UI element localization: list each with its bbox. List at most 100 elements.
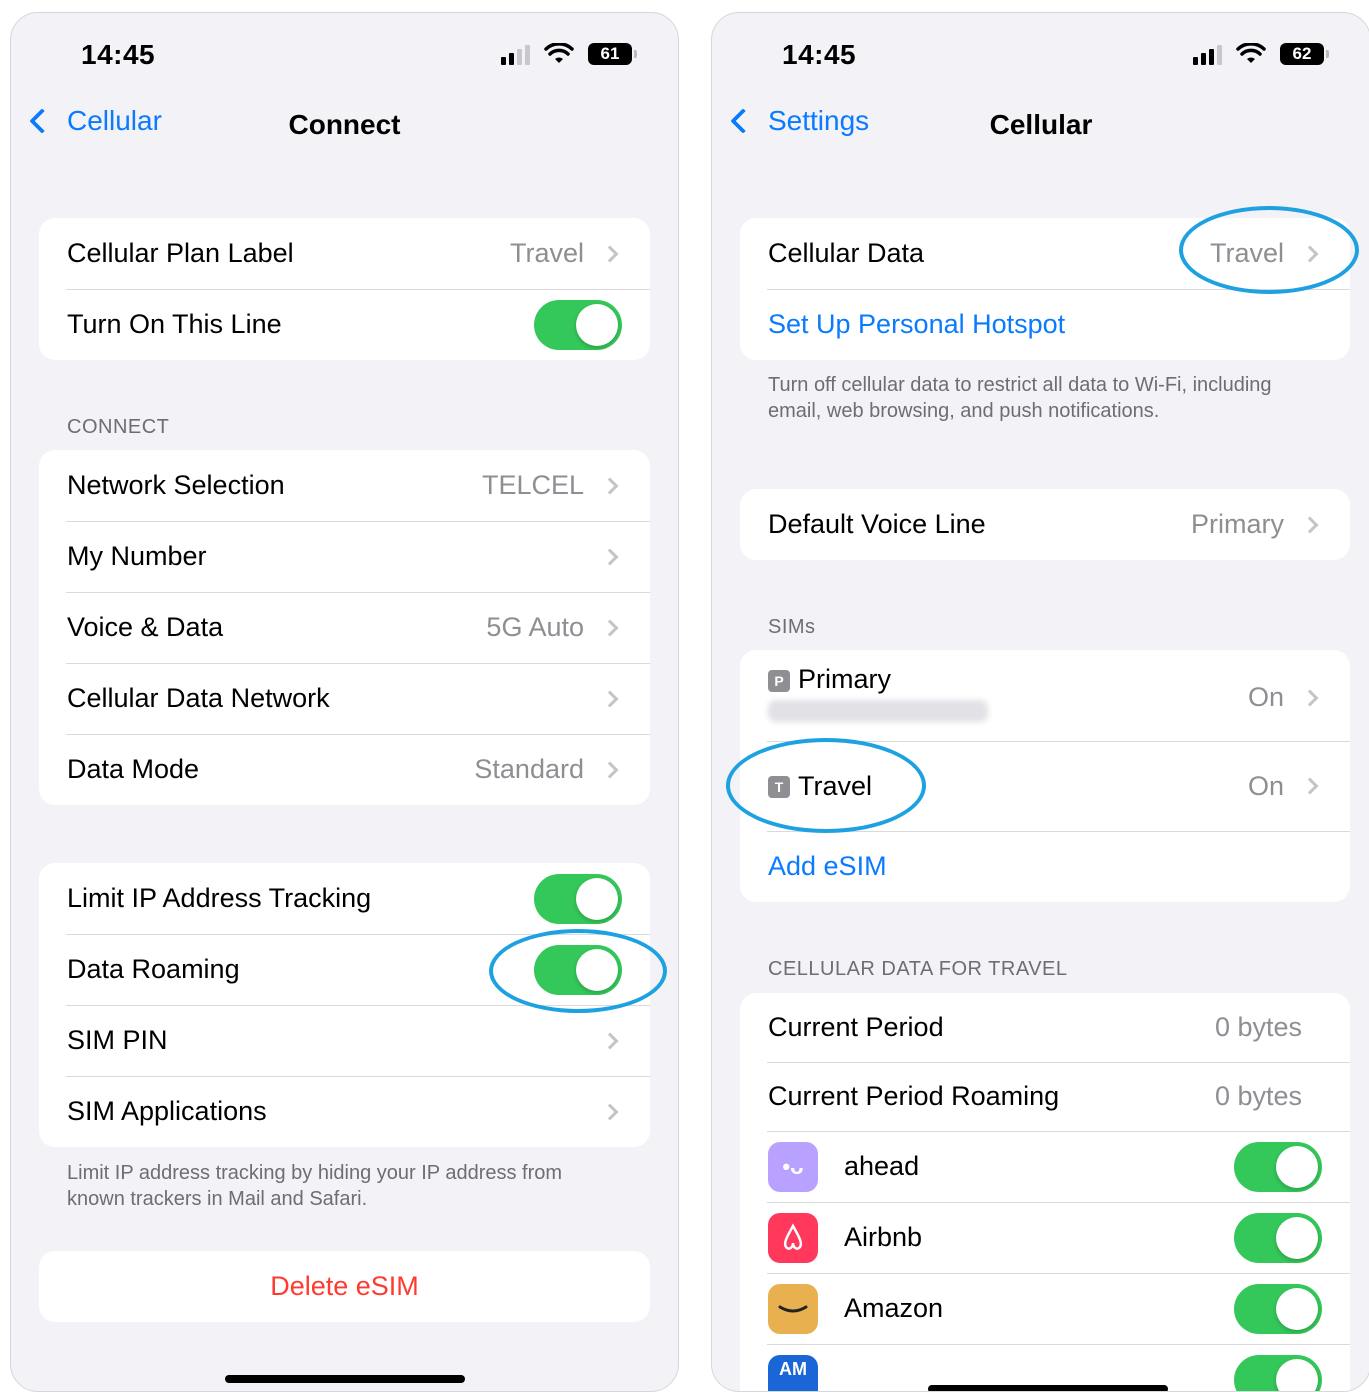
chevron-right-icon xyxy=(1302,516,1319,533)
page-title: Cellular xyxy=(712,109,1369,141)
row-label: Cellular Plan Label xyxy=(67,238,510,269)
phone-number-redacted xyxy=(768,700,988,722)
current-period-roaming-row: Current Period Roaming 0 bytes xyxy=(740,1062,1350,1131)
airbnb-data-toggle[interactable] xyxy=(1234,1213,1322,1263)
wifi-icon xyxy=(544,43,574,65)
home-indicator xyxy=(928,1385,1168,1392)
row-label: Voice & Data xyxy=(67,612,486,643)
home-indicator xyxy=(225,1375,465,1383)
ahead-app-icon: •ᴗ xyxy=(768,1142,818,1192)
amazon-app-icon xyxy=(768,1284,818,1334)
row-label: Cellular Data Network xyxy=(67,683,604,714)
ip-tracking-note: Limit IP address tracking by hiding your… xyxy=(67,1160,618,1212)
row-label: Limit IP Address Tracking xyxy=(67,883,534,914)
wifi-icon xyxy=(1236,43,1266,65)
cellular-data-network-row[interactable]: Cellular Data Network xyxy=(39,663,650,734)
chevron-right-icon xyxy=(602,1103,619,1120)
voice-data-row[interactable]: Voice & Data 5G Auto xyxy=(39,592,650,663)
row-label: Default Voice Line xyxy=(768,509,1191,540)
row-value: Primary xyxy=(1191,509,1284,540)
add-esim-link[interactable]: Add eSIM xyxy=(740,831,1350,902)
row-label: Data Mode xyxy=(67,754,474,785)
limit-ip-tracking-toggle[interactable] xyxy=(534,874,622,924)
row-label: Cellular Data xyxy=(768,238,1210,269)
connect-group: Network Selection TELCEL My Number Voice… xyxy=(39,450,650,805)
partial-app-data-toggle[interactable] xyxy=(1234,1355,1322,1392)
network-selection-row[interactable]: Network Selection TELCEL xyxy=(39,450,650,521)
row-label: My Number xyxy=(67,541,604,572)
data-mode-row[interactable]: Data Mode Standard xyxy=(39,734,650,805)
sims-group: PPrimary On T Travel On Add eSIM xyxy=(740,650,1350,902)
plan-group: Cellular Plan Label Travel Turn On This … xyxy=(39,218,650,360)
row-value: Travel xyxy=(510,238,584,269)
chevron-right-icon xyxy=(602,619,619,636)
app-row-ahead: •ᴗ ahead xyxy=(740,1131,1350,1202)
chevron-right-icon xyxy=(602,690,619,707)
row-label: PPrimary xyxy=(768,664,1248,695)
cellular-plan-label-row[interactable]: Cellular Plan Label Travel xyxy=(39,218,650,289)
status-time: 14:45 xyxy=(81,39,155,71)
row-label: T Travel xyxy=(768,771,1248,802)
status-icons: 62 xyxy=(1193,43,1324,65)
phone-screen-connect: 14:45 61 Cellular Connect Cellular Plan … xyxy=(10,12,679,1392)
row-value: On xyxy=(1248,771,1284,802)
sim-primary-row[interactable]: PPrimary On xyxy=(740,650,1350,741)
chevron-right-icon xyxy=(1302,690,1319,707)
row-value: TELCEL xyxy=(482,470,584,501)
chevron-right-icon xyxy=(602,1032,619,1049)
row-value: 5G Auto xyxy=(486,612,584,643)
section-header-usage: CELLULAR DATA FOR TRAVEL xyxy=(768,958,1068,981)
status-time: 14:45 xyxy=(782,39,856,71)
row-label: Data Roaming xyxy=(67,954,534,985)
current-period-row: Current Period 0 bytes xyxy=(740,993,1350,1062)
delete-group: Delete eSIM xyxy=(39,1251,650,1322)
data-roaming-row: Data Roaming xyxy=(39,934,650,1005)
turn-on-line-toggle[interactable] xyxy=(534,300,622,350)
row-label: Add eSIM xyxy=(768,851,1322,882)
row-label: SIM Applications xyxy=(67,1096,604,1127)
row-value: Travel xyxy=(1210,238,1284,269)
battery-icon: 62 xyxy=(1280,43,1324,65)
app-row-airbnb: Airbnb xyxy=(740,1202,1350,1273)
app-name: Amazon xyxy=(844,1293,1234,1324)
row-value: Standard xyxy=(474,754,584,785)
limit-ip-tracking-row: Limit IP Address Tracking xyxy=(39,863,650,934)
cellular-data-row[interactable]: Cellular Data Travel xyxy=(740,218,1350,289)
delete-esim-label: Delete eSIM xyxy=(67,1271,622,1302)
sim-pin-row[interactable]: SIM PIN xyxy=(39,1005,650,1076)
row-value: On xyxy=(1248,682,1284,713)
turn-on-line-row: Turn On This Line xyxy=(39,289,650,360)
app-row-amazon: Amazon xyxy=(740,1273,1350,1344)
sim-travel-row[interactable]: T Travel On xyxy=(740,741,1350,831)
section-header-connect: CONNECT xyxy=(67,416,169,439)
page-title: Connect xyxy=(11,109,678,141)
row-label: Turn On This Line xyxy=(67,309,534,340)
sim-name: Primary xyxy=(798,664,891,694)
sim-name: Travel xyxy=(798,771,872,801)
battery-icon: 61 xyxy=(588,43,632,65)
row-label: Set Up Personal Hotspot xyxy=(768,309,1322,340)
my-number-row[interactable]: My Number xyxy=(39,521,650,592)
row-value: 0 bytes xyxy=(1215,1081,1302,1112)
signal-icon xyxy=(1193,43,1222,65)
usage-group: Current Period 0 bytes Current Period Ro… xyxy=(740,993,1350,1392)
row-label: Network Selection xyxy=(67,470,482,501)
chevron-right-icon xyxy=(602,245,619,262)
row-label: Current Period Roaming xyxy=(768,1081,1215,1112)
amazon-data-toggle[interactable] xyxy=(1234,1284,1322,1334)
status-icons: 61 xyxy=(501,43,632,65)
sim-applications-row[interactable]: SIM Applications xyxy=(39,1076,650,1147)
chevron-right-icon xyxy=(1302,245,1319,262)
app-name: Airbnb xyxy=(844,1222,1234,1253)
delete-esim-button[interactable]: Delete eSIM xyxy=(39,1251,650,1322)
default-voice-line-row[interactable]: Default Voice Line Primary xyxy=(740,489,1350,560)
chevron-right-icon xyxy=(602,761,619,778)
sim-badge: T xyxy=(768,776,790,798)
airbnb-app-icon xyxy=(768,1213,818,1263)
personal-hotspot-link[interactable]: Set Up Personal Hotspot xyxy=(740,289,1350,360)
ahead-data-toggle[interactable] xyxy=(1234,1142,1322,1192)
chevron-right-icon xyxy=(602,548,619,565)
data-roaming-toggle[interactable] xyxy=(534,945,622,995)
section-header-sims: SIMs xyxy=(768,616,816,639)
row-value: 0 bytes xyxy=(1215,1012,1302,1043)
